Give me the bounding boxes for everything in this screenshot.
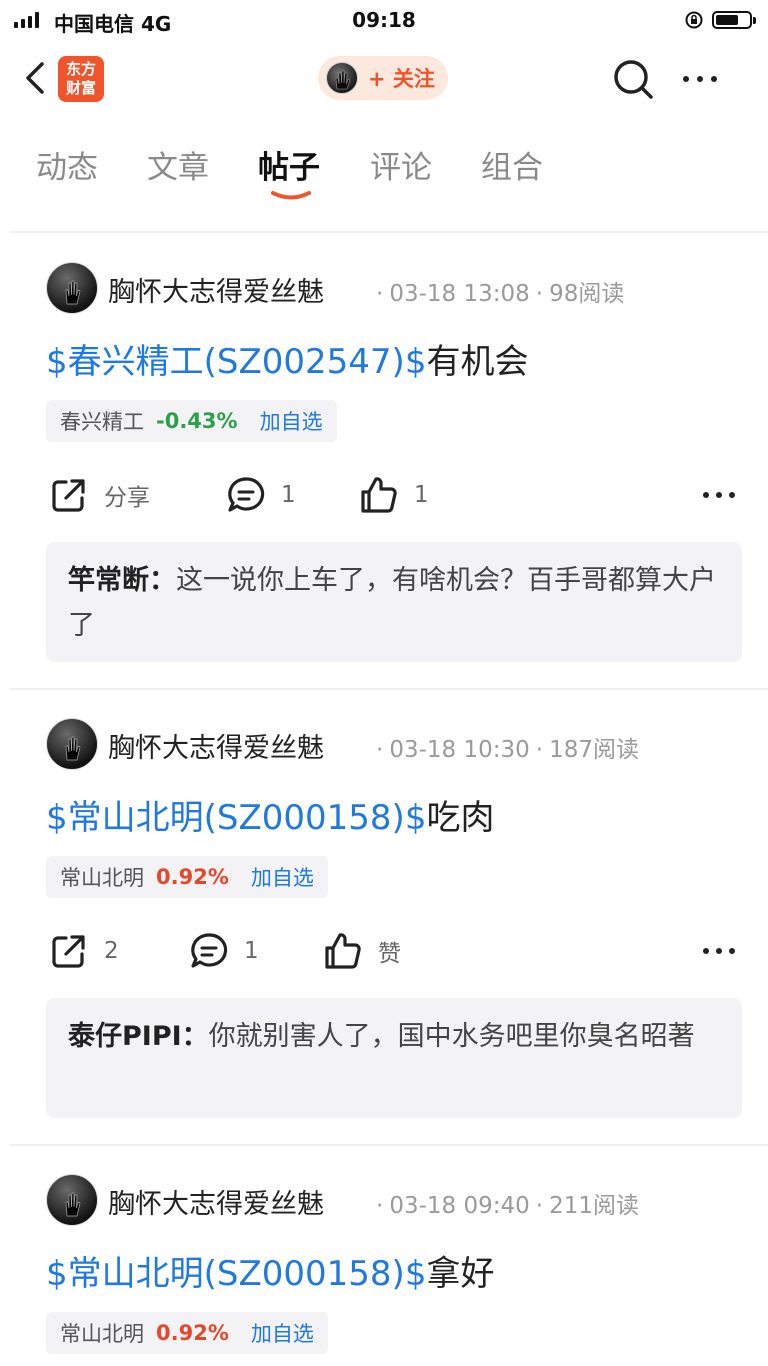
like-button[interactable]: 1 bbox=[358, 470, 429, 520]
author-name[interactable]: 胸怀大志得爱丝魅 bbox=[108, 270, 324, 309]
app-logo[interactable]: 东方 财富 bbox=[58, 56, 104, 102]
add-watchlist-button[interactable]: 加自选 bbox=[260, 406, 323, 436]
top-nav: 东方 财富 + 关注 bbox=[0, 44, 768, 114]
tab-articles[interactable]: 文章 bbox=[147, 142, 209, 187]
chip-change: 0.92% bbox=[156, 1321, 229, 1345]
stock-chip[interactable]: 常山北明 0.92% 加自选 bbox=[46, 856, 328, 898]
stock-chip[interactable]: 常山北明 0.92% 加自选 bbox=[46, 1312, 328, 1354]
hand-icon bbox=[65, 736, 81, 761]
post-card[interactable]: 胸怀大志得爱丝魅 · 03-18 09:40 · 211阅读 $常山北明(SZ0001… bbox=[0, 1144, 768, 1366]
post-text: 拿好 bbox=[426, 1254, 495, 1294]
comment-preview[interactable]: 泰仔PIPI：你就别害人了，国中水务吧里你臭名昭著 bbox=[46, 998, 742, 1118]
more-icon[interactable] bbox=[700, 480, 738, 510]
like-label: 赞 bbox=[378, 941, 401, 967]
hand-icon bbox=[65, 280, 81, 305]
avatar[interactable] bbox=[46, 262, 98, 314]
comment-user[interactable]: 竿常断 bbox=[68, 565, 149, 596]
stock-link[interactable]: $常山北明(SZ000158)$ bbox=[46, 798, 426, 838]
post-title[interactable]: $春兴精工(SZ002547)$有机会 bbox=[46, 334, 528, 383]
post-text: 吃肉 bbox=[426, 798, 495, 838]
thumbs-up-icon bbox=[361, 477, 397, 513]
post-date: 03-18 13:08 bbox=[389, 281, 530, 307]
clock: 09:18 bbox=[352, 8, 416, 32]
add-watchlist-button[interactable]: 加自选 bbox=[251, 862, 314, 892]
author-name[interactable]: 胸怀大志得爱丝魅 bbox=[108, 1182, 324, 1221]
like-button[interactable]: 赞 bbox=[322, 926, 401, 976]
stock-link[interactable]: $常山北明(SZ000158)$ bbox=[46, 1254, 426, 1294]
comment-icon bbox=[191, 933, 228, 968]
read-count: 98阅读 bbox=[549, 281, 625, 307]
logo-text-top: 东方 bbox=[65, 60, 96, 78]
more-icon[interactable] bbox=[700, 936, 738, 966]
share-icon bbox=[52, 935, 85, 968]
tab-bar: 动态 文章 帖子 评论 组合 bbox=[0, 132, 768, 202]
tab-portfolio[interactable]: 组合 bbox=[481, 142, 543, 187]
add-watchlist-button[interactable]: 加自选 bbox=[251, 1318, 314, 1348]
comment-text: 你就别害人了，国中水务吧里你臭名昭著 bbox=[208, 1021, 695, 1052]
follow-label: + 关注 bbox=[368, 67, 435, 91]
read-count: 187阅读 bbox=[549, 737, 639, 763]
comment-user[interactable]: 泰仔PIPI bbox=[68, 1021, 182, 1052]
comment-button[interactable]: 1 bbox=[225, 470, 296, 520]
chip-stock-name: 常山北明 bbox=[60, 866, 144, 890]
rotation-lock-icon bbox=[685, 11, 703, 29]
hand-icon bbox=[335, 70, 351, 90]
chip-stock-name: 春兴精工 bbox=[60, 410, 144, 434]
action-bar: 2 1 赞 bbox=[0, 926, 768, 976]
share-button[interactable]: 2 bbox=[48, 926, 119, 976]
post-date: 03-18 09:40 bbox=[389, 1193, 530, 1219]
search-icon[interactable] bbox=[610, 56, 656, 102]
chip-stock-name: 常山北明 bbox=[60, 1322, 144, 1346]
tab-comments[interactable]: 评论 bbox=[370, 142, 432, 187]
comment-icon bbox=[228, 477, 265, 512]
like-count: 1 bbox=[414, 482, 429, 508]
tab-dynamics[interactable]: 动态 bbox=[36, 142, 98, 187]
post-date: 03-18 10:30 bbox=[389, 737, 530, 763]
hand-icon bbox=[65, 1192, 81, 1217]
battery-icon bbox=[712, 11, 756, 29]
post-text: 有机会 bbox=[426, 342, 529, 382]
post-title[interactable]: $常山北明(SZ000158)$吃肉 bbox=[46, 790, 494, 839]
comment-button[interactable]: 1 bbox=[188, 926, 259, 976]
share-count: 2 bbox=[104, 938, 119, 964]
comment-preview[interactable]: 竿常断：这一说你上车了，有啥机会？百手哥都算大户了 bbox=[46, 542, 742, 662]
share-label: 分享 bbox=[104, 485, 150, 511]
stock-link[interactable]: $春兴精工(SZ002547)$ bbox=[46, 342, 426, 382]
post-card[interactable]: 胸怀大志得爱丝魅 · 03-18 13:08 · 98阅读 $春兴精工(SZ00254… bbox=[0, 232, 768, 688]
avatar bbox=[326, 62, 358, 94]
stock-chip[interactable]: 春兴精工 -0.43% 加自选 bbox=[46, 400, 337, 442]
author-name[interactable]: 胸怀大志得爱丝魅 bbox=[108, 726, 324, 765]
post-meta: · 03-18 13:08 · 98阅读 bbox=[376, 281, 625, 307]
read-count: 211阅读 bbox=[549, 1193, 639, 1219]
follow-button[interactable]: + 关注 bbox=[318, 56, 448, 100]
comment-count: 1 bbox=[281, 482, 296, 508]
avatar[interactable] bbox=[46, 1174, 98, 1226]
action-bar: 分享 1 1 bbox=[0, 470, 768, 520]
avatar[interactable] bbox=[46, 718, 98, 770]
chip-change: -0.43% bbox=[156, 409, 238, 433]
back-icon[interactable] bbox=[18, 58, 52, 98]
thumbs-up-icon bbox=[325, 933, 361, 969]
post-meta: · 03-18 10:30 · 187阅读 bbox=[376, 737, 639, 763]
comment-count: 1 bbox=[244, 938, 259, 964]
active-tab-indicator bbox=[271, 191, 311, 200]
post-card[interactable]: 胸怀大志得爱丝魅 · 03-18 10:30 · 187阅读 $常山北明(SZ0001… bbox=[0, 688, 768, 1144]
share-button[interactable]: 分享 bbox=[48, 470, 150, 520]
chip-change: 0.92% bbox=[156, 865, 229, 889]
tab-posts[interactable]: 帖子 bbox=[258, 142, 320, 187]
share-icon bbox=[52, 479, 85, 512]
logo-text-bottom: 财富 bbox=[65, 79, 96, 97]
status-bar: 中国电信 4G 09:18 bbox=[0, 0, 768, 40]
post-meta: · 03-18 09:40 · 211阅读 bbox=[376, 1193, 639, 1219]
more-icon[interactable] bbox=[680, 64, 720, 94]
post-title[interactable]: $常山北明(SZ000158)$拿好 bbox=[46, 1246, 494, 1295]
